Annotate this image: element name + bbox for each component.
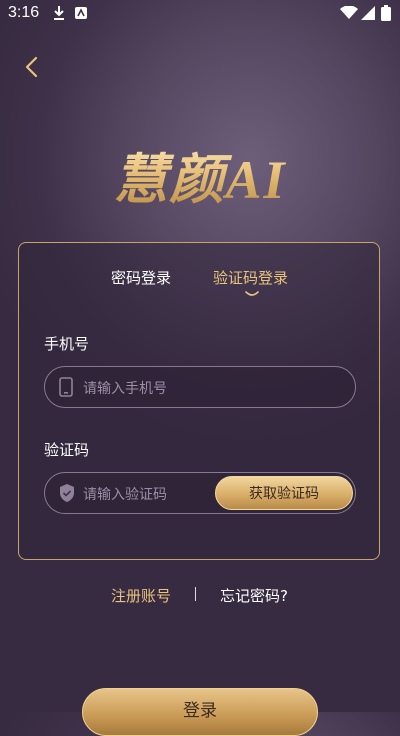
phone-label: 手机号 [44,335,90,353]
status-time: 3:16 [8,4,40,21]
forgot-password-link[interactable]: 忘记密码? [220,585,288,606]
signal-icon [361,5,375,24]
status-bar: 3:16 [0,0,400,28]
code-label: 验证码 [44,441,90,459]
phone-icon [59,377,73,401]
phone-field[interactable]: 请输入手机号 [44,366,356,408]
back-button[interactable] [20,54,46,80]
auth-links: 注册账号 忘记密码? [0,585,400,605]
battery-icon [381,5,391,25]
tab-active-indicator [245,291,259,296]
link-divider [195,587,196,601]
code-field[interactable]: 请输入验证码 获取验证码 [44,472,356,514]
app-logo: 慧颜AI [0,135,400,214]
register-link[interactable]: 注册账号 [111,585,171,606]
login-button[interactable]: 登录 [82,688,318,736]
phone-placeholder: 请输入手机号 [83,381,167,397]
get-code-button[interactable]: 获取验证码 [215,476,353,510]
shield-check-icon [59,483,75,507]
download-icon [52,5,66,25]
tab-password-login[interactable]: 密码登录 [111,267,171,288]
wifi-icon [340,5,358,24]
app-notification-icon [74,5,88,24]
chevron-left-icon [25,56,38,78]
code-placeholder: 请输入验证码 [83,487,167,503]
login-card: 密码登录 验证码登录 手机号 请输入手机号 验证码 请输入验证码 获取验证码 [18,242,380,560]
tab-sms-login[interactable]: 验证码登录 [213,267,288,288]
